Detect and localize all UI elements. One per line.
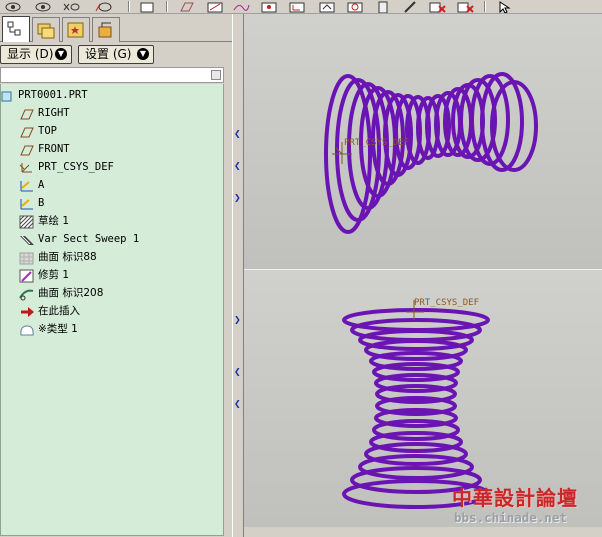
graphics-window-top[interactable]: PRT_CSYS_DEF [244,14,602,269]
toolbar [0,0,602,14]
surface-icon [19,250,35,265]
display-menu-label: 显示 (D) [7,47,54,61]
surface-curve-icon [19,286,35,301]
tree-item-sketch[interactable]: 草绘 1 [1,212,221,230]
tree-item-label: TOP [38,125,57,137]
folder-icon [37,23,55,39]
tree-item-datum-right[interactable]: RIGHT [1,104,221,122]
tree-item-surface-88[interactable]: 曲面 标识88 [1,248,221,266]
tree-item-part[interactable]: PRT0001.PRT [1,86,221,104]
column-settings-icon[interactable] [211,70,221,80]
forum-watermark: 中華設計論壇 bbs.chinade.net [448,482,598,532]
favorites-icon [67,22,84,38]
datum-plane-icon [19,142,35,156]
coordinate-system-icon [19,160,35,174]
select-pointer-icon[interactable] [494,0,514,13]
tree-column-header[interactable] [0,67,224,83]
watermark-url: bbs.chinade.net [454,510,567,525]
part-icon [1,88,17,102]
model-tree-panel: 显示 (D) ▼ 设置 (G) ▼ PRT0001.PRT RIGHT TOP … [0,14,232,537]
datum-plane-display-icon[interactable] [176,0,196,13]
model-tree-icon [7,21,21,36]
tab-favorites[interactable] [62,17,90,42]
panel-splitter[interactable]: ❮ ❮ ❯ ❯ ❮ ❮ [232,14,244,537]
tab-model-tree[interactable] [2,16,30,42]
type-icon [19,322,35,336]
tree-item-label: B [38,197,45,209]
tab-folder-browser[interactable] [32,17,60,42]
sweep-icon [19,232,35,246]
tree-item-insert-here[interactable]: 在此插入 [1,302,221,320]
display-menu-button[interactable]: 显示 (D) ▼ [0,45,72,64]
view-eye-icon[interactable] [2,0,22,13]
tree-item-curve-b[interactable]: B [1,194,221,212]
display-style-icon[interactable] [136,0,156,13]
watermark-title: 中華設計論壇 [452,486,578,510]
view-eye-icon[interactable] [32,0,52,13]
tree-item-label: FRONT [38,143,70,155]
view-eye-close-icon[interactable] [60,0,80,13]
csys-label: PRT_CSYS_DEF [414,298,480,308]
tree-item-var-sect-sweep[interactable]: Var Sect Sweep 1 [1,230,221,248]
app-window: 显示 (D) ▼ 设置 (G) ▼ PRT0001.PRT RIGHT TOP … [0,0,602,537]
chevron-down-icon: ▼ [55,48,67,60]
connections-icon [98,22,112,38]
clipboard-icon[interactable] [372,0,392,13]
navigator-tabs [0,14,232,42]
datum-axis-display-icon[interactable] [204,0,224,13]
view-eye-icon[interactable] [92,0,112,13]
tree-item-trim[interactable]: 修剪 1 [1,266,221,284]
tree-item-label: PRT0001.PRT [18,89,88,101]
tree-item-csys[interactable]: PRT_CSYS_DEF [1,158,221,176]
tree-item-curve-a[interactable]: A [1,176,221,194]
csys-display-icon[interactable] [286,0,306,13]
tree-item-label: 在此插入 [38,305,80,317]
settings-menu-label: 设置 (G) [85,47,132,61]
chevron-down-icon: ▼ [137,48,149,60]
model-tree: PRT0001.PRT RIGHT TOP FRONT PRT_CSYS_DEF… [0,84,224,536]
collapse-arrow-icon[interactable]: ❯ [234,316,241,324]
tree-item-label: 修剪 1 [38,269,70,281]
sketch-icon [19,214,35,229]
collapse-arrow-icon[interactable]: ❮ [234,162,241,170]
collapse-arrow-icon[interactable]: ❮ [234,130,241,138]
tree-item-label: 草绘 1 [38,215,70,227]
tree-item-label: Var Sect Sweep 1 [38,233,140,245]
tree-item-datum-top[interactable]: TOP [1,122,221,140]
cancel-view-icon[interactable] [454,0,474,13]
csys-label: PRT_CSYS_DEF [344,138,410,148]
edit-tool-icon[interactable] [400,0,420,13]
tree-item-datum-front[interactable]: FRONT [1,140,221,158]
spin-center-icon[interactable] [344,0,364,13]
tree-item-label: ※类型 1 [38,323,78,335]
collapse-arrow-icon[interactable]: ❯ [234,194,241,202]
insert-here-arrow-icon [19,304,35,318]
tree-item-label: 曲面 标识88 [38,251,97,263]
spring-model-side-view [324,72,538,234]
tree-item-surface-208[interactable]: 曲面 标识208 [1,284,221,302]
collapse-arrow-icon[interactable]: ❮ [234,400,241,408]
annotation-display-icon[interactable] [316,0,336,13]
cancel-view-icon[interactable] [426,0,446,13]
tree-item-label: PRT_CSYS_DEF [38,161,114,173]
tree-item-type[interactable]: ※类型 1 [1,320,221,338]
tree-item-label: A [38,179,45,191]
curve-display-icon[interactable] [230,0,250,13]
trim-icon [19,268,35,283]
collapse-arrow-icon[interactable]: ❮ [234,368,241,376]
tree-item-label: RIGHT [38,107,70,119]
tree-button-bar: 显示 (D) ▼ 设置 (G) ▼ [0,44,232,66]
datum-curve-icon [19,196,35,210]
datum-plane-icon [19,106,35,120]
tab-connections[interactable] [92,17,120,42]
settings-menu-button[interactable]: 设置 (G) ▼ [78,45,154,64]
datum-curve-icon [19,178,35,192]
datum-plane-icon [19,124,35,138]
point-display-icon[interactable] [258,0,278,13]
tree-item-label: 曲面 标识208 [38,287,104,299]
